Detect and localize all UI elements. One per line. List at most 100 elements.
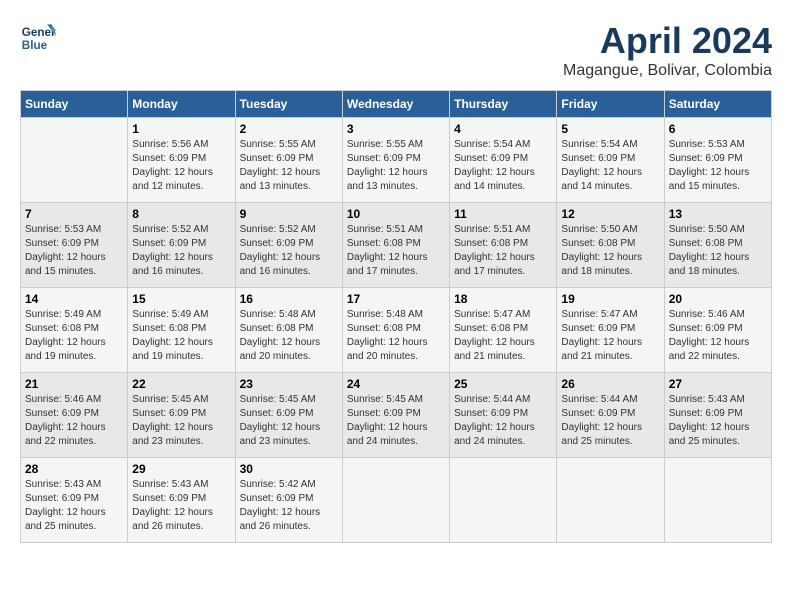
day-number: 7: [25, 207, 123, 221]
day-number: 5: [561, 122, 659, 136]
calendar-cell: [450, 458, 557, 543]
day-number: 21: [25, 377, 123, 391]
day-info: Sunrise: 5:48 AM Sunset: 6:08 PM Dayligh…: [240, 308, 338, 364]
calendar-cell: 14 Sunrise: 5:49 AM Sunset: 6:08 PM Dayli…: [21, 288, 128, 373]
day-number: 11: [454, 207, 552, 221]
weekday-header-cell: Sunday: [21, 91, 128, 118]
day-number: 8: [132, 207, 230, 221]
day-info: Sunrise: 5:55 AM Sunset: 6:09 PM Dayligh…: [347, 138, 445, 194]
day-number: 19: [561, 292, 659, 306]
logo: General Blue: [20, 20, 60, 56]
location-subtitle: Magangue, Bolivar, Colombia: [563, 62, 772, 80]
calendar-cell: 19 Sunrise: 5:47 AM Sunset: 6:09 PM Dayli…: [557, 288, 664, 373]
calendar-cell: 20 Sunrise: 5:46 AM Sunset: 6:09 PM Dayli…: [664, 288, 771, 373]
day-number: 14: [25, 292, 123, 306]
day-number: 3: [347, 122, 445, 136]
day-number: 16: [240, 292, 338, 306]
calendar-cell: 22 Sunrise: 5:45 AM Sunset: 6:09 PM Dayli…: [128, 373, 235, 458]
weekday-header-row: SundayMondayTuesdayWednesdayThursdayFrid…: [21, 91, 772, 118]
day-info: Sunrise: 5:56 AM Sunset: 6:09 PM Dayligh…: [132, 138, 230, 194]
calendar-week-row: 14 Sunrise: 5:49 AM Sunset: 6:08 PM Dayli…: [21, 288, 772, 373]
calendar-cell: 12 Sunrise: 5:50 AM Sunset: 6:08 PM Dayli…: [557, 203, 664, 288]
day-number: 25: [454, 377, 552, 391]
day-info: Sunrise: 5:51 AM Sunset: 6:08 PM Dayligh…: [454, 223, 552, 279]
day-number: 4: [454, 122, 552, 136]
day-number: 23: [240, 377, 338, 391]
day-info: Sunrise: 5:46 AM Sunset: 6:09 PM Dayligh…: [669, 308, 767, 364]
weekday-header-cell: Tuesday: [235, 91, 342, 118]
calendar-cell: 26 Sunrise: 5:44 AM Sunset: 6:09 PM Dayli…: [557, 373, 664, 458]
day-number: 24: [347, 377, 445, 391]
day-info: Sunrise: 5:54 AM Sunset: 6:09 PM Dayligh…: [454, 138, 552, 194]
day-number: 26: [561, 377, 659, 391]
calendar-week-row: 28 Sunrise: 5:43 AM Sunset: 6:09 PM Dayli…: [21, 458, 772, 543]
day-info: Sunrise: 5:53 AM Sunset: 6:09 PM Dayligh…: [669, 138, 767, 194]
day-number: 2: [240, 122, 338, 136]
day-number: 17: [347, 292, 445, 306]
title-area: April 2024 Magangue, Bolivar, Colombia: [563, 20, 772, 80]
weekday-header-cell: Friday: [557, 91, 664, 118]
day-info: Sunrise: 5:45 AM Sunset: 6:09 PM Dayligh…: [132, 393, 230, 449]
day-info: Sunrise: 5:43 AM Sunset: 6:09 PM Dayligh…: [132, 478, 230, 534]
day-info: Sunrise: 5:43 AM Sunset: 6:09 PM Dayligh…: [25, 478, 123, 534]
calendar-cell: 25Sunrise: 5:44 AM Sunset: 6:09 PM Dayli…: [450, 373, 557, 458]
calendar-cell: 5 Sunrise: 5:54 AM Sunset: 6:09 PM Daylig…: [557, 118, 664, 203]
day-info: Sunrise: 5:44 AM Sunset: 6:09 PM Dayligh…: [561, 393, 659, 449]
day-number: 30: [240, 462, 338, 476]
day-number: 22: [132, 377, 230, 391]
day-number: 29: [132, 462, 230, 476]
calendar-cell: [342, 458, 449, 543]
day-info: Sunrise: 5:49 AM Sunset: 6:08 PM Dayligh…: [25, 308, 123, 364]
day-info: Sunrise: 5:43 AM Sunset: 6:09 PM Dayligh…: [669, 393, 767, 449]
calendar-cell: 15 Sunrise: 5:49 AM Sunset: 6:08 PM Dayli…: [128, 288, 235, 373]
day-info: Sunrise: 5:49 AM Sunset: 6:08 PM Dayligh…: [132, 308, 230, 364]
calendar-cell: 29 Sunrise: 5:43 AM Sunset: 6:09 PM Dayli…: [128, 458, 235, 543]
day-info: Sunrise: 5:52 AM Sunset: 6:09 PM Dayligh…: [132, 223, 230, 279]
day-number: 6: [669, 122, 767, 136]
calendar-week-row: 7 Sunrise: 5:53 AM Sunset: 6:09 PM Daylig…: [21, 203, 772, 288]
calendar-cell: 7 Sunrise: 5:53 AM Sunset: 6:09 PM Daylig…: [21, 203, 128, 288]
calendar-cell: 10Sunrise: 5:51 AM Sunset: 6:08 PM Dayli…: [342, 203, 449, 288]
calendar-week-row: 21 Sunrise: 5:46 AM Sunset: 6:09 PM Dayli…: [21, 373, 772, 458]
weekday-header-cell: Saturday: [664, 91, 771, 118]
day-number: 12: [561, 207, 659, 221]
day-number: 28: [25, 462, 123, 476]
weekday-header-cell: Wednesday: [342, 91, 449, 118]
calendar-cell: 13Sunrise: 5:50 AM Sunset: 6:08 PM Dayli…: [664, 203, 771, 288]
calendar-week-row: 1 Sunrise: 5:56 AM Sunset: 6:09 PM Daylig…: [21, 118, 772, 203]
calendar-cell: [21, 118, 128, 203]
day-info: Sunrise: 5:45 AM Sunset: 6:09 PM Dayligh…: [240, 393, 338, 449]
day-number: 9: [240, 207, 338, 221]
weekday-header-cell: Thursday: [450, 91, 557, 118]
calendar-cell: 4 Sunrise: 5:54 AM Sunset: 6:09 PM Daylig…: [450, 118, 557, 203]
day-number: 27: [669, 377, 767, 391]
day-number: 15: [132, 292, 230, 306]
calendar-cell: 11 Sunrise: 5:51 AM Sunset: 6:08 PM Dayli…: [450, 203, 557, 288]
calendar-cell: 17Sunrise: 5:48 AM Sunset: 6:08 PM Dayli…: [342, 288, 449, 373]
calendar-cell: 8 Sunrise: 5:52 AM Sunset: 6:09 PM Daylig…: [128, 203, 235, 288]
calendar-cell: 27 Sunrise: 5:43 AM Sunset: 6:09 PM Dayli…: [664, 373, 771, 458]
calendar-cell: 3 Sunrise: 5:55 AM Sunset: 6:09 PM Daylig…: [342, 118, 449, 203]
calendar-cell: 2Sunrise: 5:55 AM Sunset: 6:09 PM Daylig…: [235, 118, 342, 203]
day-info: Sunrise: 5:42 AM Sunset: 6:09 PM Dayligh…: [240, 478, 338, 534]
day-info: Sunrise: 5:53 AM Sunset: 6:09 PM Dayligh…: [25, 223, 123, 279]
day-info: Sunrise: 5:45 AM Sunset: 6:09 PM Dayligh…: [347, 393, 445, 449]
day-info: Sunrise: 5:46 AM Sunset: 6:09 PM Dayligh…: [25, 393, 123, 449]
calendar-cell: [557, 458, 664, 543]
calendar-cell: 23 Sunrise: 5:45 AM Sunset: 6:09 PM Dayli…: [235, 373, 342, 458]
calendar-cell: 30 Sunrise: 5:42 AM Sunset: 6:09 PM Dayli…: [235, 458, 342, 543]
calendar-cell: 21 Sunrise: 5:46 AM Sunset: 6:09 PM Dayli…: [21, 373, 128, 458]
calendar-body: 1 Sunrise: 5:56 AM Sunset: 6:09 PM Daylig…: [21, 118, 772, 543]
day-number: 1: [132, 122, 230, 136]
calendar-cell: 16 Sunrise: 5:48 AM Sunset: 6:08 PM Dayli…: [235, 288, 342, 373]
month-year-title: April 2024: [563, 20, 772, 62]
calendar-cell: 6 Sunrise: 5:53 AM Sunset: 6:09 PM Daylig…: [664, 118, 771, 203]
day-number: 20: [669, 292, 767, 306]
day-info: Sunrise: 5:50 AM Sunset: 6:08 PM Dayligh…: [561, 223, 659, 279]
day-info: Sunrise: 5:47 AM Sunset: 6:09 PM Dayligh…: [561, 308, 659, 364]
day-number: 10: [347, 207, 445, 221]
calendar-table: SundayMondayTuesdayWednesdayThursdayFrid…: [20, 90, 772, 543]
day-info: Sunrise: 5:47 AM Sunset: 6:08 PM Dayligh…: [454, 308, 552, 364]
day-info: Sunrise: 5:54 AM Sunset: 6:09 PM Dayligh…: [561, 138, 659, 194]
calendar-cell: 9Sunrise: 5:52 AM Sunset: 6:09 PM Daylig…: [235, 203, 342, 288]
